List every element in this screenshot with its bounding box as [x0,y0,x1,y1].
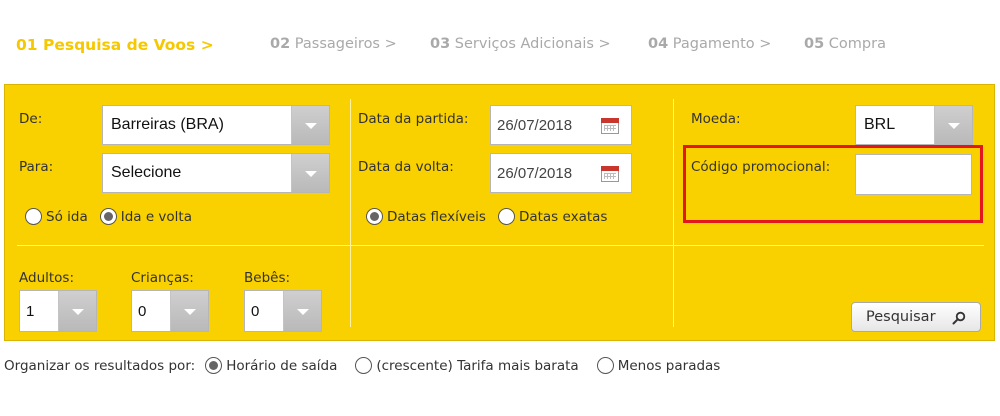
infants-select[interactable]: 0 [244,290,322,332]
step-purchase[interactable]: 05 Compra [804,36,886,52]
sort-fewest-stops-label[interactable]: Menos paradas [618,358,721,374]
step-label: Pagamento [672,36,755,52]
chevron-down-icon[interactable] [170,291,208,331]
currency-value: BRL [864,116,896,133]
search-button-label: Pesquisar [866,309,936,325]
step-label: Serviços Adicionais [454,36,594,52]
step-additional-services[interactable]: 03 Serviços Adicionais > [430,36,611,52]
chevron-down-icon[interactable] [291,106,329,144]
chevron-down-icon[interactable] [283,291,321,331]
step-arrow: > [759,36,772,52]
infants-label: Bebês: [244,270,291,286]
column-divider [350,99,351,327]
chevron-down-icon[interactable] [58,291,96,331]
exact-dates-radio[interactable] [497,208,515,225]
chevron-down-icon[interactable] [934,106,972,144]
sort-departure-radio[interactable] [205,357,223,374]
chevron-down-icon[interactable] [291,154,329,192]
round-trip-label[interactable]: Ida e volta [121,209,192,225]
sort-cheapest-radio[interactable] [355,357,373,374]
step-label: Passageiros [294,36,380,52]
one-way-label[interactable]: Só ida [46,209,88,225]
date-flexibility-group: Datas flexíveis Datas exatas [366,208,607,225]
column-divider [673,99,674,327]
from-label: De: [19,111,43,127]
from-value: Barreiras (BRA) [111,116,224,133]
return-date-value: 26/07/2018 [497,165,573,182]
adults-label: Adultos: [19,270,75,286]
from-select[interactable]: Barreiras (BRA) [102,105,330,145]
step-arrow: > [200,36,214,54]
exact-dates-label[interactable]: Datas exatas [519,209,608,225]
step-arrow: > [384,36,397,52]
step-flight-search[interactable]: 01 Pesquisa de Voos > [16,36,214,54]
round-trip-radio[interactable] [99,208,117,225]
sort-fewest-stops-radio[interactable] [596,357,614,374]
to-label: Para: [19,159,54,175]
departure-date-input[interactable]: 26/07/2018 [490,105,632,145]
departure-date-value: 26/07/2018 [497,117,573,134]
one-way-radio[interactable] [25,208,42,225]
currency-select[interactable]: BRL [855,105,973,145]
step-passengers[interactable]: 02 Passageiros > [270,36,397,52]
sort-cheapest-label[interactable]: (crescente) Tarifa mais barata [376,358,578,374]
promo-code-highlight [683,145,983,223]
search-button[interactable]: Pesquisar [851,302,981,332]
row-divider [17,245,984,246]
return-date-input[interactable]: 26/07/2018 [490,153,632,193]
flexible-dates-label[interactable]: Datas flexíveis [387,209,486,225]
flexible-dates-radio[interactable] [366,208,383,225]
children-select[interactable]: 0 [131,290,209,332]
calendar-icon[interactable] [601,166,619,182]
trip-type-group: Só ida Ida e volta [25,208,192,225]
adults-select[interactable]: 1 [19,290,97,332]
sort-options: Organizar os resultados por: Horário de … [4,357,720,374]
step-number: 03 [430,36,451,52]
adults-value: 1 [26,303,35,320]
step-number: 05 [804,36,825,52]
step-number: 01 [16,36,38,54]
step-label: Compra [828,36,886,52]
departure-label: Data da partida: [358,111,469,127]
step-payment[interactable]: 04 Pagamento > [648,36,771,52]
infants-value: 0 [251,303,260,320]
step-number: 04 [648,36,669,52]
step-number: 02 [270,36,291,52]
children-label: Crianças: [131,270,194,286]
currency-label: Moeda: [691,111,741,127]
search-icon [952,311,966,325]
to-value: Selecione [111,164,182,181]
calendar-icon[interactable] [601,118,619,134]
children-value: 0 [138,303,147,320]
sort-label: Organizar os resultados por: [4,357,196,374]
step-arrow: > [598,36,611,52]
return-label: Data da volta: [358,159,454,175]
sort-departure-label[interactable]: Horário de saída [226,358,337,374]
step-label: Pesquisa de Voos [42,36,196,54]
to-select[interactable]: Selecione [102,153,330,193]
